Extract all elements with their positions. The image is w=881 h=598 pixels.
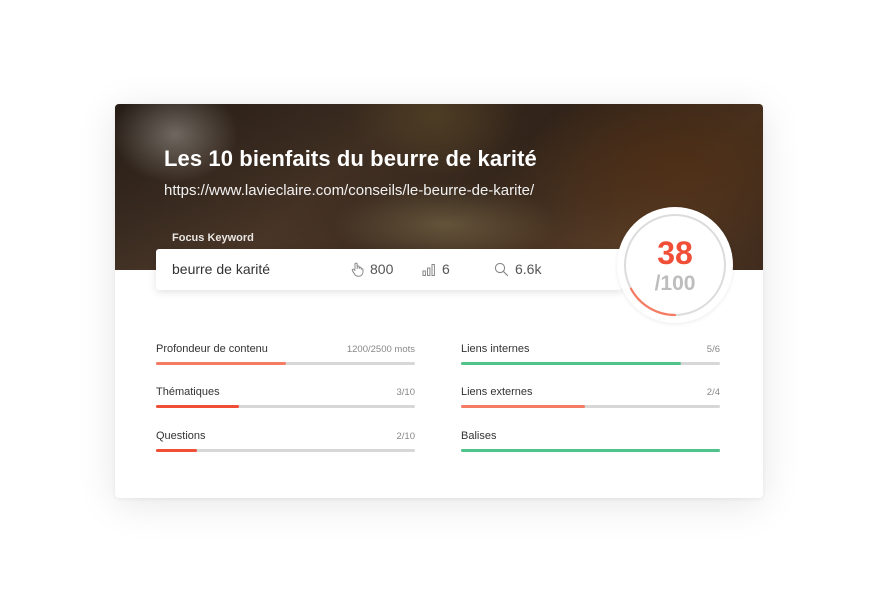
progress-fill bbox=[461, 449, 720, 452]
search-volume-metric: 6.6k bbox=[494, 261, 541, 277]
progress-fill bbox=[461, 405, 586, 408]
progress-fill bbox=[156, 362, 286, 365]
progress-track bbox=[156, 449, 415, 452]
hand-pointer-icon bbox=[351, 262, 364, 277]
page-url[interactable]: https://www.lavieclaire.com/conseils/le-… bbox=[164, 182, 534, 199]
focus-keyword-box[interactable]: beurre de karité 800 6 6.6k bbox=[156, 249, 622, 290]
progress-track bbox=[461, 405, 720, 408]
clicks-metric: 800 bbox=[351, 261, 393, 277]
progress-track bbox=[156, 405, 415, 408]
progress-fill bbox=[156, 449, 198, 452]
clicks-value: 800 bbox=[370, 261, 394, 277]
progress-fill bbox=[156, 405, 239, 408]
progress-track bbox=[156, 362, 415, 365]
difficulty-value: 6 bbox=[442, 261, 450, 277]
progress-track bbox=[461, 449, 720, 452]
page-title: Les 10 bienfaits du beurre de karité bbox=[164, 146, 537, 171]
seo-score-gauge: 38 /100 bbox=[617, 207, 733, 323]
search-volume-value: 6.6k bbox=[515, 261, 542, 277]
progress-track bbox=[461, 362, 720, 365]
progress-fill bbox=[461, 362, 682, 365]
focus-keyword-label: Focus Keyword bbox=[172, 232, 254, 244]
search-icon bbox=[494, 262, 509, 276]
bar-chart-icon bbox=[422, 263, 435, 276]
seo-card: Les 10 bienfaits du beurre de karité htt… bbox=[115, 104, 763, 498]
difficulty-metric: 6 bbox=[422, 261, 450, 277]
score-max: /100 bbox=[654, 272, 696, 295]
score-value: 38 bbox=[657, 235, 693, 271]
focus-keyword-value: beurre de karité bbox=[172, 261, 271, 277]
